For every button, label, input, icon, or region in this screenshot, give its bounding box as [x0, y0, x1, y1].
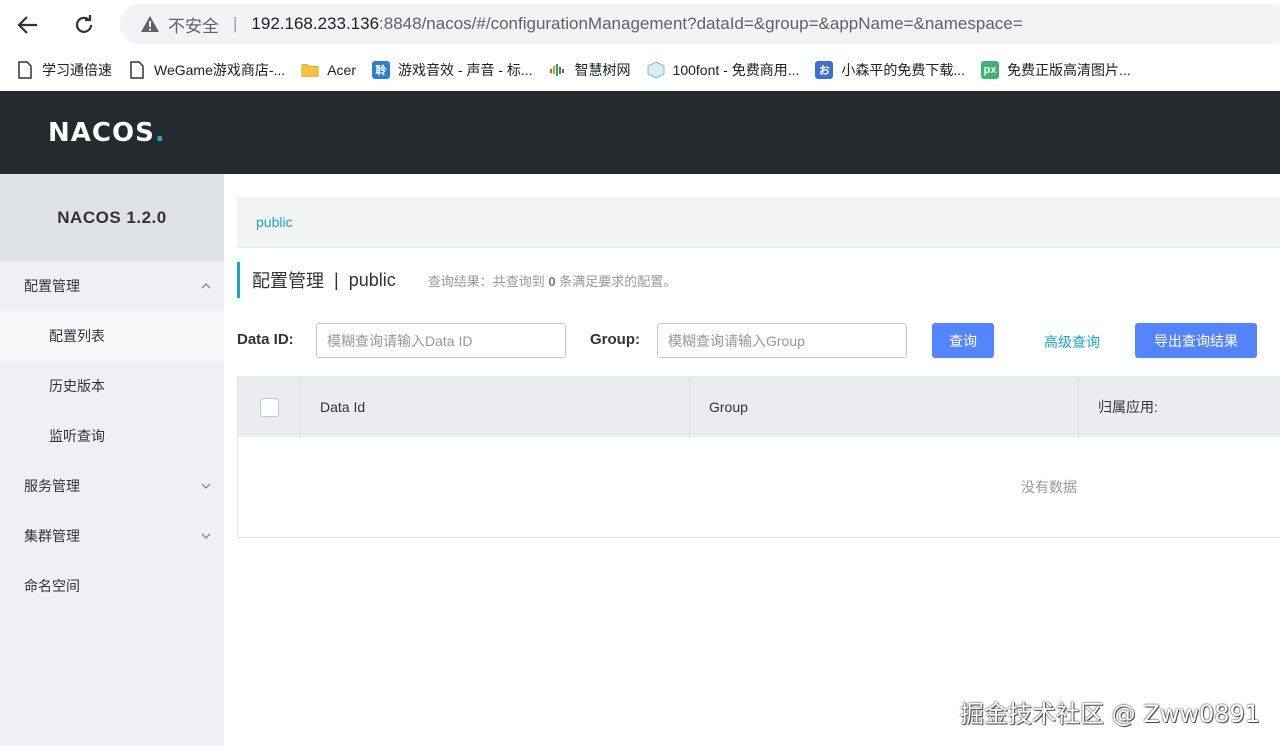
sidebar-item-label: 集群管理	[24, 528, 80, 544]
query-button[interactable]: 查询	[932, 323, 994, 358]
sidebar-item-service-management[interactable]: 服务管理	[0, 461, 224, 511]
sidebar-item-history[interactable]: 历史版本	[0, 361, 224, 411]
back-button[interactable]	[12, 9, 44, 41]
hint-count: 0	[548, 273, 556, 289]
hint-prefix: 查询结果：共查询到	[427, 273, 545, 289]
warning-icon	[141, 16, 159, 32]
column-header-app[interactable]: 归属应用:	[1079, 377, 1280, 437]
sidebar-item-label: 配置列表	[49, 328, 105, 344]
group-label: Group:	[590, 331, 640, 348]
nacos-logo[interactable]: NACOS.	[48, 118, 166, 148]
dataid-label: Data ID:	[237, 331, 294, 348]
sidebar-item-listener-query[interactable]: 监听查询	[0, 411, 224, 461]
bookmark-item[interactable]: 智慧树网	[541, 55, 639, 85]
bookmarks-bar: 学习通倍速 WeGame游戏商店-... Acer 聆 游戏音效 - 声音 - …	[0, 50, 1280, 90]
px-icon: px	[981, 61, 1000, 79]
bookmark-label: 小森平的免费下载...	[841, 62, 966, 78]
sidebar-item-label: 配置管理	[24, 278, 80, 294]
column-header-group[interactable]: Group	[690, 377, 1079, 437]
page-icon	[16, 61, 34, 79]
o-site-icon: お	[815, 61, 834, 79]
bookmark-item[interactable]: お 小森平的免费下载...	[807, 55, 973, 85]
page-icon	[128, 61, 146, 79]
hint-suffix: 条满足要求的配置。	[559, 273, 677, 289]
page-title: 配置管理 | public 查询结果：共查询到 0 条满足要求的配置。	[237, 262, 676, 298]
bookmark-item[interactable]: WeGame游戏商店-...	[120, 55, 293, 85]
sidebar-item-label: 命名空间	[24, 578, 80, 594]
chevron-down-icon	[201, 533, 211, 539]
product-version: NACOS 1.2.0	[0, 174, 224, 261]
current-namespace: public	[348, 269, 396, 290]
export-results-button[interactable]: 导出查询结果	[1135, 323, 1257, 358]
reload-icon	[75, 15, 93, 33]
namespace-tab-public[interactable]: public	[256, 214, 293, 230]
dataid-input[interactable]	[316, 323, 566, 358]
sidebar-item-config-management[interactable]: 配置管理	[0, 261, 224, 311]
bookmark-item[interactable]: Acer	[293, 55, 364, 85]
sidebar-item-config-list[interactable]: 配置列表	[0, 311, 224, 361]
sidebar-item-label: 监听查询	[49, 428, 105, 444]
folder-icon	[301, 61, 319, 79]
column-header-data-id[interactable]: Data Id	[301, 377, 690, 437]
security-indicator[interactable]: 不安全	[140, 12, 219, 37]
empty-state: 没有数据	[1021, 479, 1077, 495]
watermark: 掘金技术社区 @ Zww0891	[960, 700, 1261, 728]
sidebar-item-cluster-management[interactable]: 集群管理	[0, 511, 224, 561]
cube-icon	[647, 61, 665, 79]
logo-text: NACOS	[48, 118, 155, 148]
bookmark-item[interactable]: 聆 游戏音效 - 声音 - 标...	[364, 55, 541, 85]
security-label: 不安全	[168, 16, 219, 36]
bookmark-label: 智慧树网	[574, 62, 631, 78]
page-title-text: 配置管理	[252, 271, 324, 291]
bookmark-label: Acer	[327, 62, 356, 78]
bookmark-label: 学习通倍速	[42, 62, 112, 78]
config-table: Data Id Group 归属应用: 没有数据	[237, 376, 1280, 538]
sound-site-icon: 聆	[372, 61, 390, 79]
select-all-cell	[238, 377, 301, 437]
bookmark-label: 100font - 免费商用...	[672, 62, 800, 78]
sidebar-item-namespace[interactable]: 命名空间	[0, 561, 224, 611]
back-arrow-icon	[17, 16, 37, 34]
url-host: 192.168.233.136	[251, 14, 380, 33]
bookmark-item[interactable]: 学习通倍速	[8, 55, 120, 85]
query-result-hint: 查询结果：共查询到 0 条满足要求的配置。	[428, 271, 677, 290]
advanced-query-link[interactable]: 高级查询	[1044, 332, 1100, 352]
chevron-down-icon	[201, 483, 211, 489]
bookmark-item[interactable]: px 免费正版高清图片...	[973, 55, 1139, 85]
title-separator: |	[334, 269, 339, 290]
url-separator: |	[233, 14, 238, 33]
table-header: Data Id Group 归属应用:	[238, 377, 1280, 437]
reload-button[interactable]	[68, 9, 100, 41]
sidebar-item-label: 历史版本	[49, 378, 105, 394]
app-header: NACOS.	[0, 91, 1280, 174]
zhihuishu-icon	[549, 61, 567, 79]
namespace-bar: public	[237, 197, 1280, 248]
bookmark-label: WeGame游戏商店-...	[154, 62, 286, 78]
address-bar[interactable]: 不安全 | 192.168.233.136:8848/nacos/#/confi…	[120, 4, 1280, 44]
select-all-checkbox[interactable]	[259, 397, 279, 417]
logo-dot: .	[154, 118, 166, 148]
bookmark-item[interactable]: 100font - 免费商用...	[639, 55, 808, 85]
group-input[interactable]	[657, 323, 907, 358]
bookmark-label: 游戏音效 - 声音 - 标...	[398, 62, 533, 78]
url-path: :8848/nacos/#/configurationManagement?da…	[379, 14, 1023, 33]
chevron-up-icon	[201, 283, 211, 289]
sidebar-item-label: 服务管理	[24, 478, 80, 494]
bookmark-label: 免费正版高清图片...	[1007, 62, 1131, 78]
sidebar: NACOS 1.2.0 配置管理 配置列表 历史版本 监听查询 服务管理 集群管…	[0, 174, 224, 746]
browser-toolbar: 不安全 | 192.168.233.136:8848/nacos/#/confi…	[0, 0, 1280, 50]
